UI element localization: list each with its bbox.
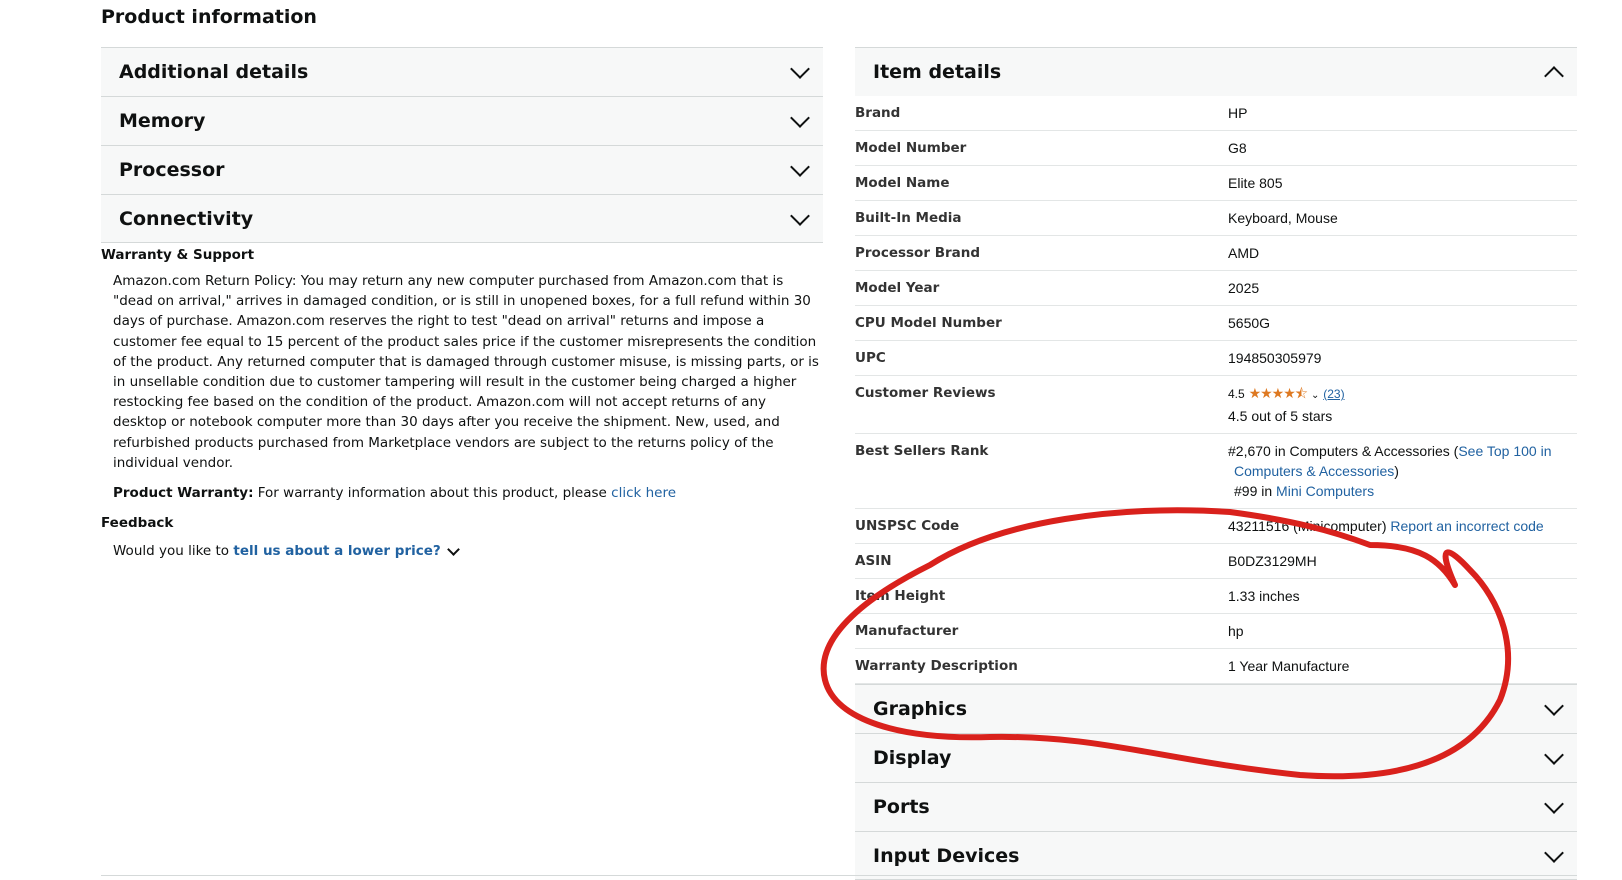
row-key: Brand xyxy=(855,96,1228,131)
page-title: Product information xyxy=(101,6,317,28)
row-key: Processor Brand xyxy=(855,235,1228,271)
table-row: Item Height 1.33 inches xyxy=(855,578,1577,614)
warranty-click-here-link[interactable]: click here xyxy=(611,485,676,501)
table-row: Customer Reviews 4.5 ★★★★⯪ ⌄ (23) 4.5 ou… xyxy=(855,375,1577,434)
section-ports[interactable]: Ports xyxy=(855,782,1577,831)
table-row: Processor Brand AMD xyxy=(855,235,1577,271)
table-row: Built-In Media Keyboard, Mouse xyxy=(855,200,1577,236)
table-row: Manufacturer hp xyxy=(855,613,1577,649)
row-value: AMD xyxy=(1228,235,1577,271)
feedback-prefix: Would you like to xyxy=(113,543,230,560)
row-key: Customer Reviews xyxy=(855,375,1228,434)
row-value: 5650G xyxy=(1228,305,1577,341)
row-value: G8 xyxy=(1228,130,1577,166)
section-processor[interactable]: Processor xyxy=(101,145,823,194)
row-key: Warranty Description xyxy=(855,648,1228,684)
row-value: #2,670 in Computers & Accessories (See T… xyxy=(1228,433,1577,509)
row-value: 2025 xyxy=(1228,270,1577,306)
chevron-down-icon xyxy=(1544,745,1564,765)
rank-line1-suffix: ) xyxy=(1394,463,1399,479)
table-row: Brand HP xyxy=(855,96,1577,131)
rating-value: 4.5 xyxy=(1228,387,1245,401)
section-connectivity[interactable]: Connectivity xyxy=(101,194,823,243)
row-value: Elite 805 xyxy=(1228,165,1577,201)
row-key: UPC xyxy=(855,340,1228,376)
row-key: Item Height xyxy=(855,578,1228,614)
section-title: Memory xyxy=(119,110,206,132)
section-title: Item details xyxy=(873,61,1002,83)
section-display[interactable]: Display xyxy=(855,733,1577,782)
row-value: 4.5 ★★★★⯪ ⌄ (23) 4.5 out of 5 stars xyxy=(1228,375,1577,434)
row-value: 1 Year Manufacture xyxy=(1228,648,1577,684)
section-graphics[interactable]: Graphics xyxy=(855,684,1577,733)
row-value: hp xyxy=(1228,613,1577,649)
chevron-down-icon[interactable]: ⌄ xyxy=(1311,390,1319,401)
return-policy-text: Amazon.com Return Policy: You may return… xyxy=(113,273,819,471)
row-value: B0DZ3129MH xyxy=(1228,543,1577,579)
chevron-down-icon xyxy=(790,108,810,128)
warranty-support-heading: Warranty & Support xyxy=(101,247,255,263)
table-row: Model Number G8 xyxy=(855,130,1577,166)
row-value: 1.33 inches xyxy=(1228,578,1577,614)
row-key: Model Number xyxy=(855,130,1228,166)
row-value: HP xyxy=(1228,96,1577,131)
row-value: Keyboard, Mouse xyxy=(1228,200,1577,236)
section-title: Display xyxy=(873,747,952,769)
section-title: Graphics xyxy=(873,698,967,720)
report-incorrect-code-link[interactable]: Report an incorrect code xyxy=(1390,518,1543,534)
row-key: ASIN xyxy=(855,543,1228,579)
feedback-heading: Feedback xyxy=(101,515,174,532)
left-column: Additional details Memory Processor Conn… xyxy=(101,47,823,559)
chevron-down-icon xyxy=(790,205,810,226)
table-row: Warranty Description 1 Year Manufacture xyxy=(855,648,1577,684)
rank-line2-prefix: #99 in xyxy=(1234,483,1273,499)
section-title: Additional details xyxy=(119,61,309,83)
chevron-down-icon xyxy=(1544,696,1564,716)
warranty-label: Product Warranty: xyxy=(113,485,254,502)
star-rating-icon[interactable]: ★★★★⯪ xyxy=(1249,385,1308,401)
section-title: Connectivity xyxy=(119,207,254,230)
rating-summary: 4.5 out of 5 stars xyxy=(1228,408,1333,424)
row-key: UNSPSC Code xyxy=(855,508,1228,544)
table-row: Model Name Elite 805 xyxy=(855,165,1577,201)
review-count-link[interactable]: (23) xyxy=(1323,387,1344,401)
row-key: Manufacturer xyxy=(855,613,1228,649)
table-row: UPC 194850305979 xyxy=(855,340,1577,376)
right-column: Item details Brand HP Model Number G8 Model … xyxy=(855,47,1577,880)
section-title: Ports xyxy=(873,796,930,818)
lower-price-link[interactable]: tell us about a lower price? xyxy=(233,543,440,559)
item-details-table: Brand HP Model Number G8 Model Name Elite 805… xyxy=(855,96,1577,684)
section-additional-details[interactable]: Additional details xyxy=(101,47,823,96)
product-warranty: Product Warranty: For warranty informati… xyxy=(113,485,823,501)
row-key: Model Name xyxy=(855,165,1228,201)
feedback-row: Would you like to tell us about a lower … xyxy=(113,542,823,560)
row-key: Best Sellers Rank xyxy=(855,433,1228,509)
section-title: Processor xyxy=(119,159,225,181)
chevron-down-icon[interactable] xyxy=(446,542,460,556)
divider xyxy=(101,875,1577,876)
table-row: CPU Model Number 5650G xyxy=(855,305,1577,341)
table-row: Best Sellers Rank #2,670 in Computers & … xyxy=(855,433,1577,509)
chevron-down-icon xyxy=(790,59,810,79)
row-value: 43211516 (Minicomputer) Report an incorr… xyxy=(1228,508,1577,544)
section-title: Input Devices xyxy=(873,844,1020,867)
warranty-text: For warranty information about this prod… xyxy=(257,485,607,502)
table-row: UNSPSC Code 43211516 (Minicomputer) Repo… xyxy=(855,508,1577,544)
section-memory[interactable]: Memory xyxy=(101,96,823,145)
row-key: CPU Model Number xyxy=(855,305,1228,341)
row-value: 194850305979 xyxy=(1228,340,1577,376)
row-key: Built-In Media xyxy=(855,200,1228,236)
row-key: Model Year xyxy=(855,270,1228,306)
section-input-devices[interactable]: Input Devices xyxy=(855,831,1577,880)
chevron-down-icon xyxy=(790,157,810,177)
section-item-details[interactable]: Item details xyxy=(855,47,1577,96)
table-row: Model Year 2025 xyxy=(855,270,1577,306)
rank-line1-prefix: #2,670 in Computers & Accessories ( xyxy=(1228,443,1459,459)
mini-computers-link[interactable]: Mini Computers xyxy=(1276,483,1374,499)
chevron-down-icon xyxy=(1544,842,1564,863)
unspsc-value: 43211516 (Minicomputer) xyxy=(1228,518,1387,534)
chevron-up-icon xyxy=(1544,66,1564,86)
chevron-down-icon xyxy=(1544,794,1564,814)
table-row: ASIN B0DZ3129MH xyxy=(855,543,1577,579)
